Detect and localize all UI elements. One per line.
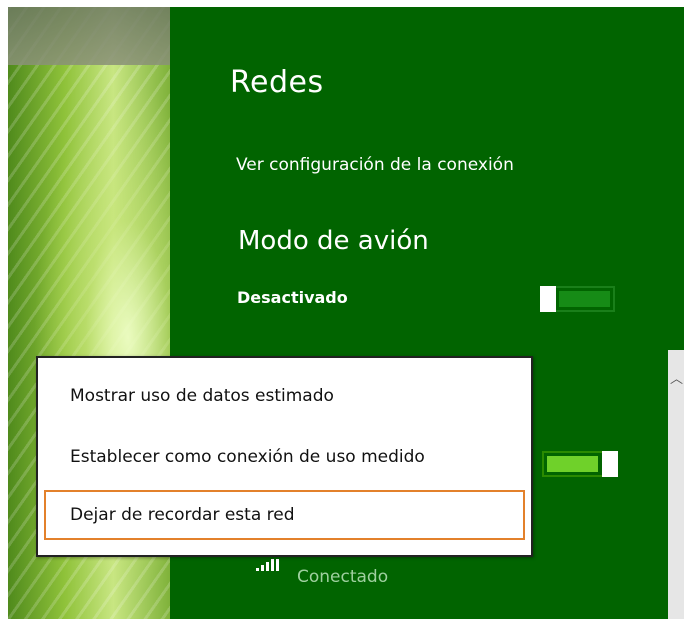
- signal-bars-icon: [256, 555, 296, 571]
- panel-title: Redes: [230, 65, 324, 100]
- connection-status-text: Conectado: [297, 567, 389, 587]
- airplane-toggle-track: [559, 291, 610, 307]
- panel-scrollbar[interactable]: ︿: [668, 350, 684, 619]
- view-connection-settings-link[interactable]: Ver configuración de la conexión: [236, 155, 514, 175]
- menu-item-forget-network[interactable]: Dejar de recordar esta red: [44, 490, 525, 540]
- menu-item-show-data-usage[interactable]: Mostrar uso de datos estimado: [44, 371, 525, 421]
- wifi-toggle-thumb: [602, 451, 618, 477]
- wifi-toggle[interactable]: [542, 451, 618, 477]
- airplane-mode-state-label: Desactivado: [237, 288, 348, 307]
- airplane-mode-toggle[interactable]: [540, 286, 615, 312]
- network-context-menu: Mostrar uso de datos estimado Establecer…: [36, 356, 533, 557]
- menu-item-set-metered-connection[interactable]: Establecer como conexión de uso medido: [44, 432, 525, 482]
- scroll-up-arrow-icon[interactable]: ︿: [670, 373, 683, 386]
- airplane-mode-heading: Modo de avión: [238, 226, 429, 256]
- wifi-toggle-track: [547, 456, 598, 472]
- screen: Redes Ver configuración de la conexión M…: [8, 7, 684, 619]
- airplane-toggle-thumb: [540, 286, 556, 312]
- wallpaper-top-region: [8, 7, 170, 65]
